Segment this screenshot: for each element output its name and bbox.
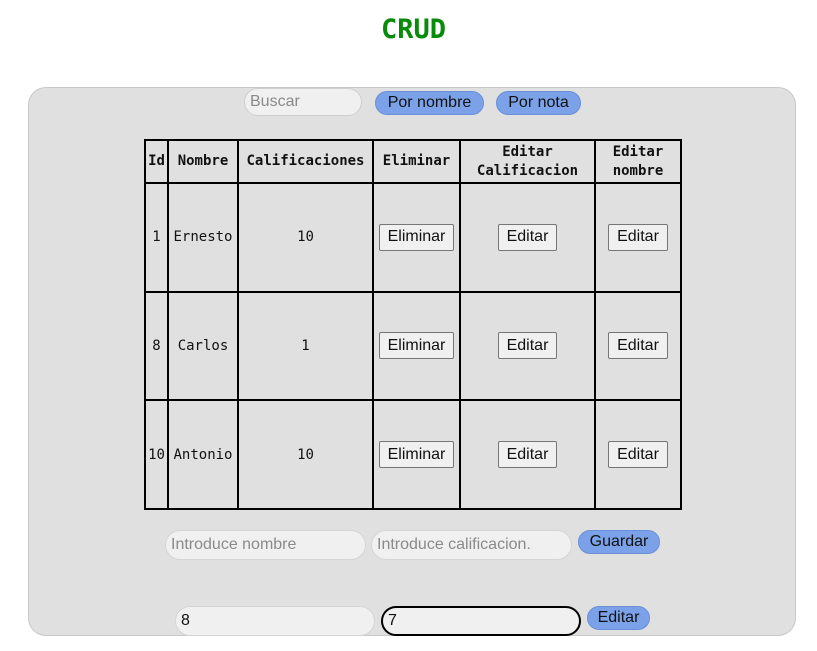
- row-grade: 1: [237, 290, 374, 402]
- row-grade: 10: [237, 182, 374, 293]
- edit-grade-button[interactable]: Editar: [497, 332, 558, 360]
- page-title: CRUD: [380, 14, 447, 45]
- edit-grade-button[interactable]: Editar: [497, 441, 558, 469]
- row-grade: 10: [237, 399, 374, 510]
- delete-button[interactable]: Eliminar: [378, 441, 455, 469]
- search-input[interactable]: [244, 88, 362, 116]
- grades-table: Id Nombre Calificaciones Eliminar Editar…: [144, 139, 682, 510]
- edit-submit-button[interactable]: Editar: [587, 606, 650, 630]
- edit-grade-input[interactable]: [381, 606, 581, 636]
- sort-by-name-button[interactable]: Por nombre: [375, 91, 484, 115]
- sort-by-grade-button[interactable]: Por nota: [496, 91, 581, 115]
- delete-cell: Eliminar: [372, 290, 461, 402]
- table-row: 8 Carlos 1 Eliminar Editar Editar: [144, 290, 682, 402]
- delete-button[interactable]: Eliminar: [378, 332, 455, 360]
- header-name: Nombre: [167, 139, 239, 184]
- new-name-input[interactable]: [165, 530, 366, 560]
- table-row: 10 Antonio 10 Eliminar Editar Editar: [144, 399, 682, 510]
- edit-name-button[interactable]: Editar: [608, 441, 668, 469]
- row-id: 8: [144, 290, 169, 402]
- header-delete: Eliminar: [372, 139, 461, 184]
- edit-name-cell: Editar: [594, 399, 682, 510]
- edit-id-input[interactable]: [175, 606, 375, 636]
- edit-name-cell: Editar: [594, 182, 682, 293]
- delete-cell: Eliminar: [372, 182, 461, 293]
- header-edit-grade: Editar Calificacion: [459, 139, 596, 184]
- header-grades: Calificaciones: [237, 139, 374, 184]
- delete-button[interactable]: Eliminar: [378, 223, 455, 251]
- row-id: 10: [144, 399, 169, 510]
- edit-name-button[interactable]: Editar: [608, 223, 668, 251]
- edit-grade-cell: Editar: [459, 399, 596, 510]
- edit-name-button[interactable]: Editar: [608, 332, 668, 360]
- header-edit-name: Editar nombre: [594, 139, 682, 184]
- row-name: Carlos: [167, 290, 239, 402]
- delete-cell: Eliminar: [372, 399, 461, 510]
- edit-grade-button[interactable]: Editar: [497, 223, 558, 251]
- new-grade-input[interactable]: [371, 530, 572, 560]
- header-id: Id: [144, 139, 169, 184]
- edit-grade-cell: Editar: [459, 182, 596, 293]
- edit-grade-cell: Editar: [459, 290, 596, 402]
- row-id: 1: [144, 182, 169, 293]
- table-row: 1 Ernesto 10 Eliminar Editar Editar: [144, 182, 682, 293]
- row-name: Antonio: [167, 399, 239, 510]
- row-name: Ernesto: [167, 182, 239, 293]
- save-button[interactable]: Guardar: [578, 530, 660, 554]
- edit-name-cell: Editar: [594, 290, 682, 402]
- table-header-row: Id Nombre Calificaciones Eliminar Editar…: [144, 139, 682, 184]
